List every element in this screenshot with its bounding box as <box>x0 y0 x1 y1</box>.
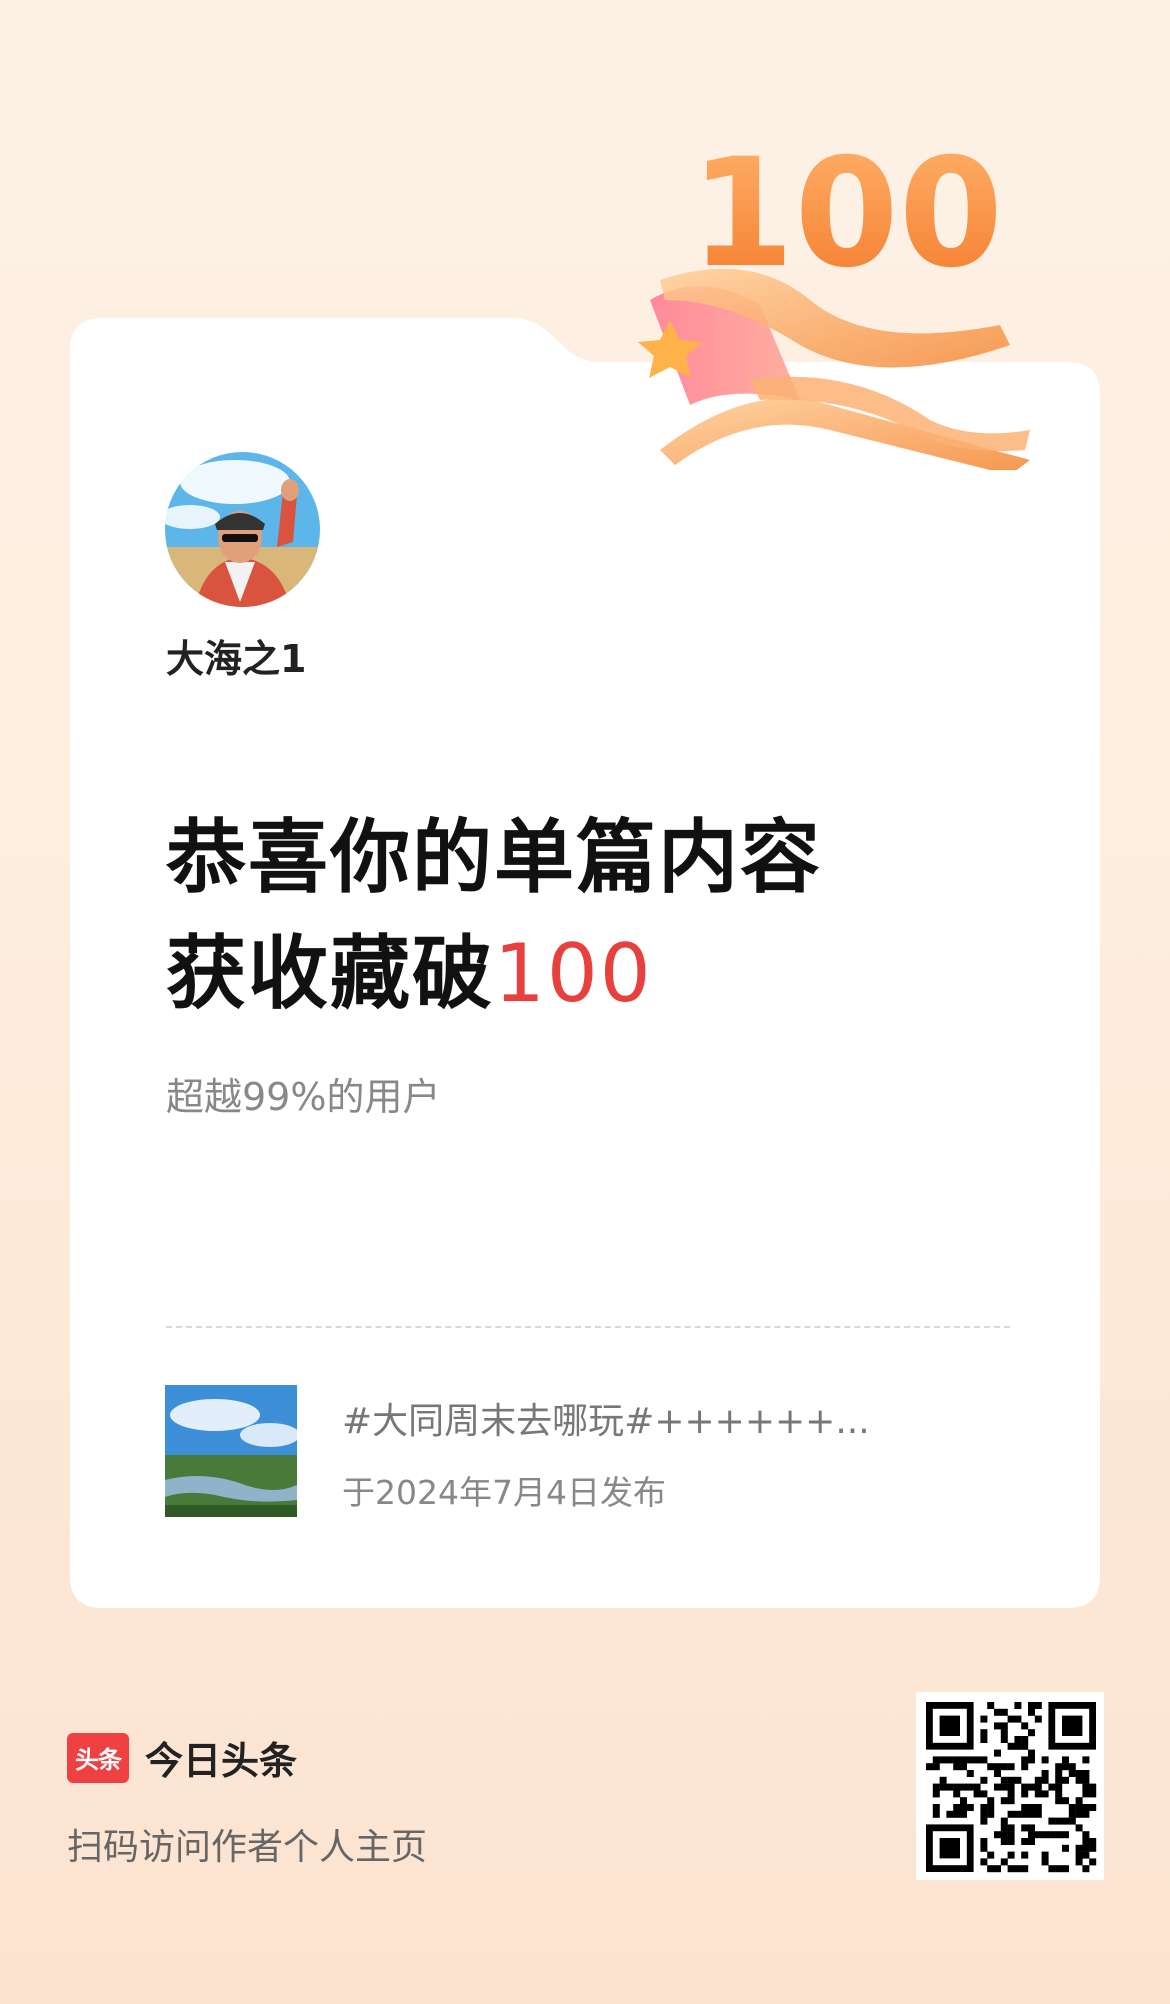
headline-line-2-text: 获收藏破 <box>166 927 494 1020</box>
headline-line-1: 恭喜你的单篇内容 <box>166 811 822 904</box>
milestone-badge-icon: 100 <box>630 127 1050 475</box>
article-publish-date: 于2024年7月4日发布 <box>342 1473 666 1512</box>
avatar[interactable] <box>165 452 320 607</box>
toutiao-logo-icon: 头条 <box>67 1732 129 1783</box>
landscape-photo <box>165 1385 297 1517</box>
svg-text:100: 100 <box>690 130 1003 301</box>
headline-line-2: 获收藏破100 <box>166 916 822 1032</box>
article-thumbnail[interactable] <box>165 1385 297 1517</box>
article-title[interactable]: #大同周末去哪玩#++++++... <box>342 1392 870 1444</box>
brand-name: 今日头条 <box>145 1739 298 1783</box>
qr-code-graphic <box>916 1692 1104 1880</box>
dashed-divider <box>166 1326 1010 1328</box>
achievement-headline: 恭喜你的单篇内容 获收藏破100 <box>166 800 822 1032</box>
favorites-count: 100 <box>494 927 653 1020</box>
avatar-photo <box>165 452 320 607</box>
scan-cta: 扫码访问作者个人主页 <box>67 1827 428 1868</box>
brand-block: 头条 今日头条 <box>67 1730 297 1785</box>
ranking-subtitle: 超越99%的用户 <box>166 1075 441 1119</box>
author-name: 大海之1 <box>166 637 307 681</box>
qr-code-icon[interactable] <box>916 1692 1104 1880</box>
